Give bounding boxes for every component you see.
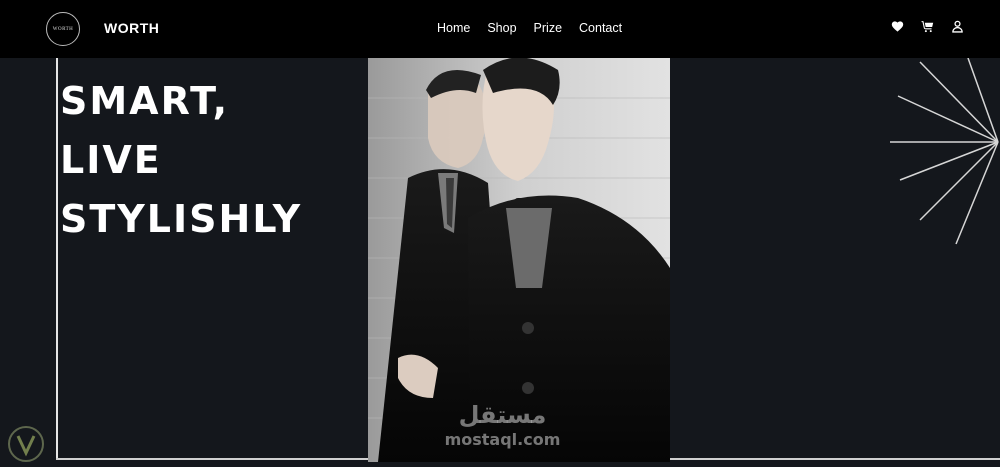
nav-icons bbox=[891, 20, 964, 33]
user-icon[interactable] bbox=[951, 20, 964, 33]
headline-line-2: LIVE bbox=[60, 138, 162, 182]
nav-link-prize[interactable]: Prize bbox=[534, 21, 562, 35]
nav-link-contact[interactable]: Contact bbox=[579, 21, 622, 35]
logo[interactable]: WORTH bbox=[46, 12, 80, 46]
nav-links: Home Shop Prize Contact bbox=[437, 21, 639, 35]
top-navbar: WORTH WORTH Home Shop Prize Contact bbox=[0, 0, 1000, 58]
headline-line-1: SMART, bbox=[60, 79, 230, 123]
cart-icon[interactable] bbox=[921, 20, 934, 33]
watermark-arabic: مستقل bbox=[458, 401, 547, 429]
left-vertical-line bbox=[56, 58, 58, 460]
logo-text: WORTH bbox=[52, 26, 74, 32]
watermark-latin: mostaql.com bbox=[444, 430, 561, 449]
brand-name[interactable]: WORTH bbox=[104, 20, 159, 36]
heart-icon[interactable] bbox=[891, 20, 904, 33]
nav-link-home[interactable]: Home bbox=[437, 21, 470, 35]
hero-headline: SMART, LIVE STYLISHLY bbox=[60, 72, 302, 249]
nav-link-shop[interactable]: Shop bbox=[487, 21, 516, 35]
headline-line-3: STYLISHLY bbox=[60, 197, 303, 241]
sunburst-decoration bbox=[890, 58, 999, 245]
watermark: مستقل mostaql.com bbox=[440, 400, 565, 458]
corner-badge-icon bbox=[8, 426, 44, 462]
